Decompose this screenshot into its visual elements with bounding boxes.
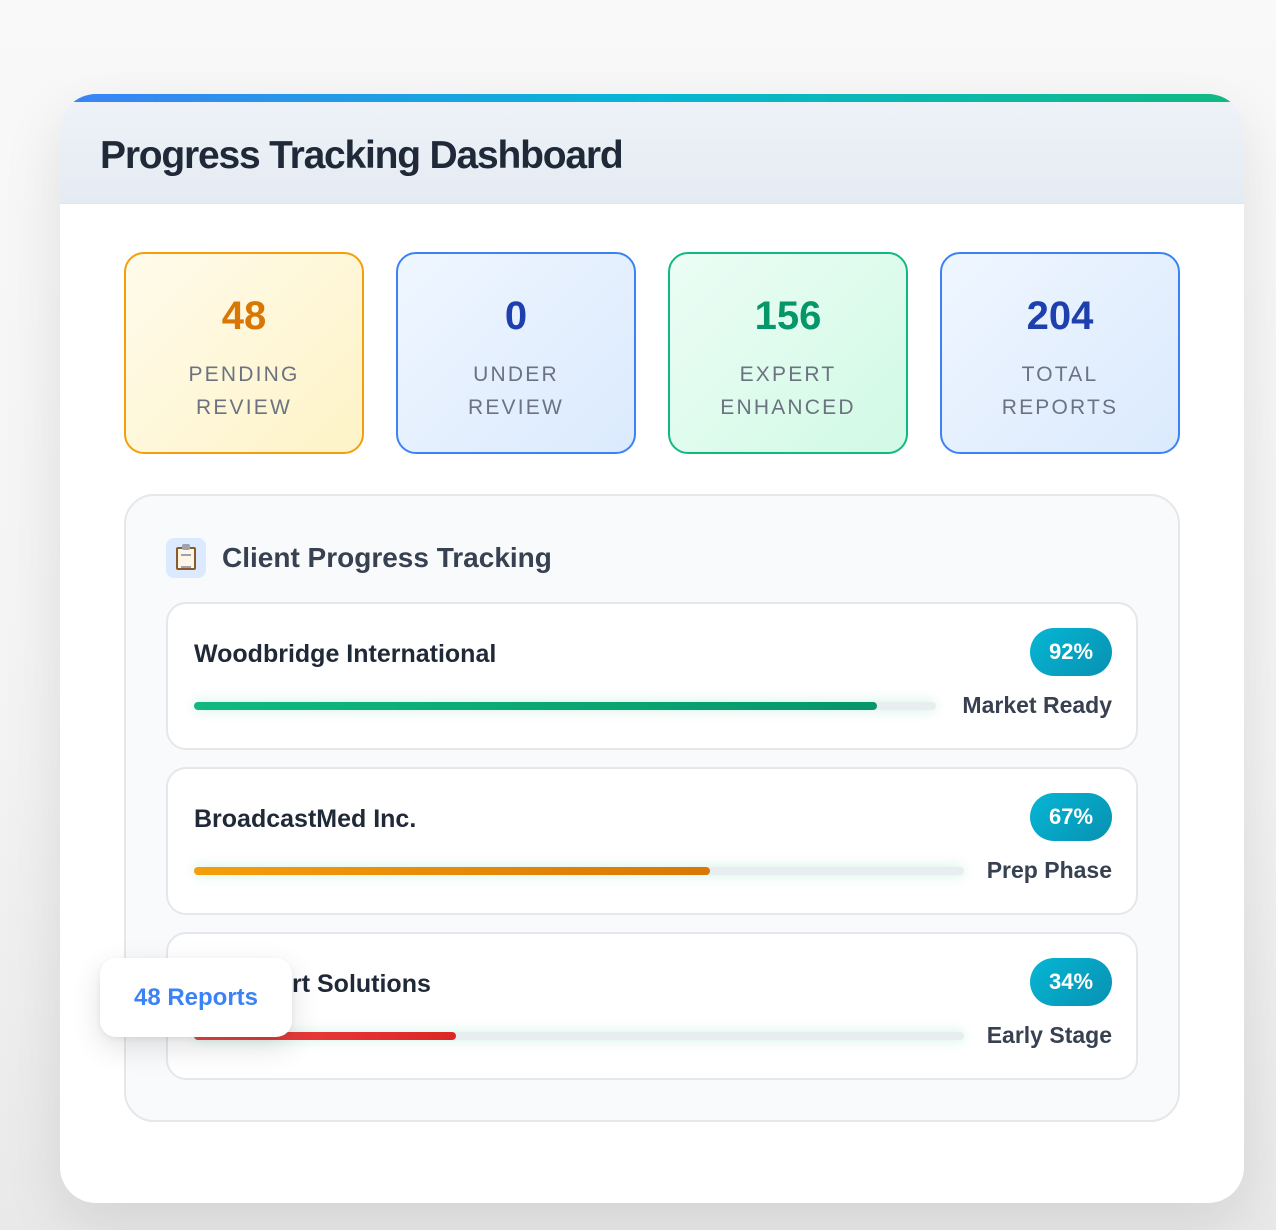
client-row-solutions[interactable]: rt Solutions 34% Early Stage bbox=[166, 932, 1138, 1080]
client-name: BroadcastMed Inc. bbox=[194, 805, 417, 833]
client-name: rt Solutions bbox=[292, 970, 431, 998]
gradient-accent-bar bbox=[60, 94, 1244, 102]
stat-card-total-reports[interactable]: 204 TOTAL REPORTS bbox=[940, 252, 1180, 454]
stat-value: 156 bbox=[754, 294, 822, 338]
stage-label: Market Ready bbox=[962, 692, 1112, 718]
page-title: Progress Tracking Dashboard bbox=[100, 134, 624, 177]
progress-fill bbox=[194, 702, 877, 710]
stat-value: 204 bbox=[1026, 294, 1094, 338]
stat-label: TOTAL REPORTS bbox=[1001, 363, 1119, 419]
client-row-broadcastmed[interactable]: BroadcastMed Inc. 67% Prep Phase bbox=[166, 767, 1138, 915]
progress-track bbox=[194, 702, 936, 710]
clipboard-icon bbox=[166, 538, 206, 578]
client-name: Woodbridge International bbox=[194, 640, 497, 668]
stat-label: UNDER REVIEW bbox=[467, 363, 565, 419]
progress-percent-badge: 67% bbox=[1030, 793, 1112, 841]
stat-value: 0 bbox=[504, 294, 528, 338]
stat-label: EXPERT ENHANCED bbox=[720, 363, 856, 419]
stage-label: Prep Phase bbox=[986, 857, 1112, 883]
client-row-woodbridge[interactable]: Woodbridge International 92% Market Read… bbox=[166, 602, 1138, 750]
stat-value: 48 bbox=[221, 294, 267, 338]
progress-track bbox=[194, 867, 964, 875]
dashboard-header: Progress Tracking Dashboard bbox=[60, 102, 1244, 204]
stat-card-pending-review[interactable]: 48 PENDING REVIEW bbox=[124, 252, 364, 454]
progress-percent-badge: 34% bbox=[1030, 958, 1112, 1006]
stat-card-under-review[interactable]: 0 UNDER REVIEW bbox=[396, 252, 636, 454]
progress-track bbox=[194, 1032, 964, 1040]
stat-label: PENDING REVIEW bbox=[188, 363, 300, 419]
reports-tooltip: 48 Reports bbox=[100, 958, 292, 1037]
progress-fill bbox=[194, 867, 710, 875]
stat-card-expert-enhanced[interactable]: 156 EXPERT ENHANCED bbox=[668, 252, 908, 454]
progress-percent-badge: 92% bbox=[1030, 628, 1112, 676]
stage-label: Early Stage bbox=[986, 1022, 1112, 1048]
panel-title: Client Progress Tracking bbox=[222, 542, 552, 573]
